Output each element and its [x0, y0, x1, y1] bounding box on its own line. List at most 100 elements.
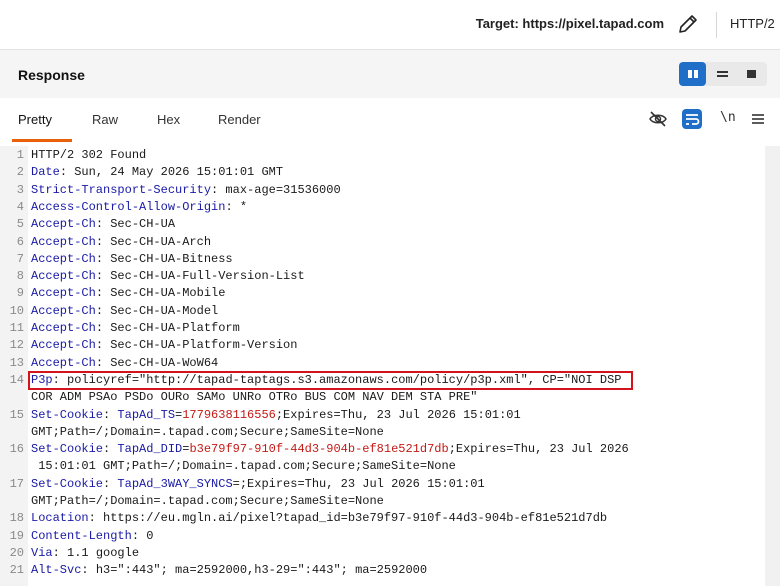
- header-name: Access-Control-Allow-Origin: [31, 199, 226, 214]
- line-number: 16: [9, 442, 24, 457]
- header-text: : Sec-CH-UA-Platform-Version: [95, 338, 298, 353]
- line-number: 9: [16, 286, 24, 301]
- line-number: 15: [9, 407, 24, 422]
- wrap-lines-icon[interactable]: [680, 107, 704, 131]
- line-number: 14: [9, 372, 24, 387]
- header-name: Accept-Ch: [31, 338, 96, 353]
- line-content: Set-Cookie: TapAd_TS=1779638116556;Expir…: [31, 407, 521, 424]
- line-content: Access-Control-Allow-Origin: *: [31, 199, 247, 216]
- header-text: :: [103, 476, 118, 491]
- code-line: 5 Accept-Ch: Sec-CH-UA: [0, 216, 765, 233]
- layout-toggle-group: [679, 62, 767, 86]
- code-line: 3 Strict-Transport-Security: max-age=3153…: [0, 182, 765, 199]
- header-name: TapAd_3WAY_SYNCS: [117, 476, 233, 491]
- tab-raw[interactable]: Raw: [92, 112, 118, 127]
- header-name: Content-Length: [31, 528, 132, 543]
- menu-icon[interactable]: [746, 107, 770, 131]
- response-title: Response: [18, 67, 85, 83]
- header-text: 15:01:01 GMT;Path=/;Domain=.tapad.com;Se…: [31, 459, 456, 474]
- code-line: 18 Location: https://eu.mgln.ai/pixel?tap…: [0, 510, 765, 527]
- header-text: : https://eu.mgln.ai/pixel?tapad_id=b3e7…: [88, 511, 608, 526]
- header-text: : Sec-CH-UA-Mobile: [95, 286, 226, 301]
- code-line: 15:01:01 GMT;Path=/;Domain=.tapad.com;Se…: [0, 458, 765, 475]
- line-content: Accept-Ch: Sec-CH-UA-Platform: [31, 320, 240, 337]
- header-text: GMT;Path=/;Domain=.tapad.com;Secure;Same…: [31, 494, 384, 508]
- line-number: 5: [16, 217, 24, 232]
- code-line: 10 Accept-Ch: Sec-CH-UA-Model: [0, 303, 765, 320]
- header-text: : Sec-CH-UA-Platform: [95, 321, 240, 335]
- header-text: COR ADM PSAo PSDo OURo SAMo UNRo OTRo BU…: [31, 390, 478, 405]
- header-name: Date: [31, 165, 60, 180]
- line-content: Set-Cookie: TapAd_3WAY_SYNCS=;Expires=Th…: [31, 476, 485, 493]
- target-url[interactable]: Target: https://pixel.tapad.com: [476, 16, 664, 31]
- layout-split-rows-button[interactable]: [709, 62, 736, 86]
- http-version-selector[interactable]: HTTP/2: [730, 16, 775, 31]
- layout-split-columns-button[interactable]: [679, 62, 706, 86]
- header-name: Accept-Ch: [31, 286, 96, 301]
- line-number: 8: [16, 269, 24, 284]
- header-name: Accept-Ch: [31, 303, 96, 318]
- code-line: 21 Alt-Svc: h3=":443"; ma=2592000,h3-29="…: [0, 562, 765, 579]
- line-content: Content-Length: 0: [31, 528, 153, 545]
- header-text: :: [103, 442, 118, 457]
- line-content: Via: 1.1 google: [31, 545, 139, 562]
- code-line: 17 Set-Cookie: TapAd_3WAY_SYNCS=;Expires=…: [0, 476, 765, 493]
- code-line: GMT;Path=/;Domain=.tapad.com;Secure;Same…: [0, 493, 765, 510]
- header-text: : Sec-CH-UA-Model: [95, 303, 219, 318]
- line-content: Alt-Svc: h3=":443"; ma=2592000,h3-29=":4…: [31, 562, 427, 579]
- line-content: Accept-Ch: Sec-CH-UA-Mobile: [31, 285, 225, 302]
- header-text: ;Expires=Thu, 23 Jul 2026: [448, 442, 629, 457]
- eye-off-icon[interactable]: [646, 107, 670, 131]
- header-text: : Sun, 24 May 2026 15:01:01 GMT: [59, 165, 284, 180]
- scrollbar-thumb[interactable]: [768, 146, 777, 586]
- code-line: 20 Via: 1.1 google: [0, 545, 765, 562]
- layout-single-button[interactable]: [738, 62, 765, 86]
- newline-toggle[interactable]: \n: [720, 110, 736, 125]
- line-number: 1: [16, 148, 24, 162]
- line-number: 2: [16, 165, 24, 180]
- code-line: 13 Accept-Ch: Sec-CH-UA-WoW64: [0, 355, 765, 372]
- line-content: Location: https://eu.mgln.ai/pixel?tapad…: [31, 510, 607, 527]
- code-line: 7 Accept-Ch: Sec-CH-UA-Bitness: [0, 251, 765, 268]
- p3p-highlight-box: [28, 371, 633, 390]
- line-content: GMT;Path=/;Domain=.tapad.com;Secure;Same…: [31, 493, 384, 510]
- view-tabs: Pretty Raw Hex Render \n: [0, 98, 780, 143]
- tab-pretty[interactable]: Pretty: [18, 112, 52, 127]
- cookie-value: b3e79f97-910f-44d3-904b-ef81e521d7db: [189, 442, 449, 457]
- line-content: HTTP/2 302 Found: [31, 147, 146, 164]
- pencil-icon[interactable]: [676, 12, 700, 36]
- line-content: COR ADM PSAo PSDo OURo SAMo UNRo OTRo BU…: [31, 389, 477, 406]
- line-number: 20: [9, 545, 24, 560]
- code-line: 2 Date: Sun, 24 May 2026 15:01:01 GMT: [0, 164, 765, 181]
- header-name: Accept-Ch: [31, 355, 96, 370]
- line-number: 7: [16, 251, 24, 266]
- header-name: Accept-Ch: [31, 321, 96, 335]
- line-number: 13: [9, 355, 24, 370]
- line-content: GMT;Path=/;Domain=.tapad.com;Secure;Same…: [31, 424, 384, 441]
- line-number: 6: [16, 234, 24, 249]
- header-name: Accept-Ch: [31, 251, 96, 266]
- header-text: : Sec-CH-UA-WoW64: [95, 355, 219, 370]
- line-content: Accept-Ch: Sec-CH-UA-Model: [31, 303, 218, 320]
- active-tab-indicator: [12, 139, 72, 142]
- tab-render[interactable]: Render: [218, 112, 261, 127]
- header-name: TapAd_DID: [117, 442, 183, 457]
- line-content: 15:01:01 GMT;Path=/;Domain=.tapad.com;Se…: [31, 458, 456, 475]
- line-number: 18: [9, 511, 24, 526]
- header-text: =;Expires=Thu, 23 Jul 2026 15:01:01: [232, 476, 485, 491]
- header-text: : Sec-CH-UA: [95, 217, 176, 232]
- code-line: 16 Set-Cookie: TapAd_DID=b3e79f97-910f-44…: [0, 441, 765, 458]
- header-text: : max-age=31536000: [211, 182, 341, 197]
- response-editor[interactable]: 1 HTTP/2 302 Found 2 Date: Sun, 24 May 2026…: [0, 146, 780, 586]
- header-text: : h3=":443"; ma=2592000,h3-29=":443"; ma…: [81, 563, 428, 578]
- line-number: 4: [16, 199, 24, 214]
- header-text: ;Expires=Thu, 23 Jul 2026 15:01:01: [275, 407, 521, 422]
- code-line: COR ADM PSAo PSDo OURo SAMo UNRo OTRo BU…: [0, 389, 765, 406]
- header-name: Accept-Ch: [31, 217, 96, 232]
- code-line: 6 Accept-Ch: Sec-CH-UA-Arch: [0, 234, 765, 251]
- tab-hex[interactable]: Hex: [157, 112, 180, 127]
- code-line: 4 Access-Control-Allow-Origin: *: [0, 199, 765, 216]
- code-line: 8 Accept-Ch: Sec-CH-UA-Full-Version-List: [0, 268, 765, 285]
- header-text: GMT;Path=/;Domain=.tapad.com;Secure;Same…: [31, 424, 384, 439]
- code-line: 1 HTTP/2 302 Found: [0, 147, 765, 164]
